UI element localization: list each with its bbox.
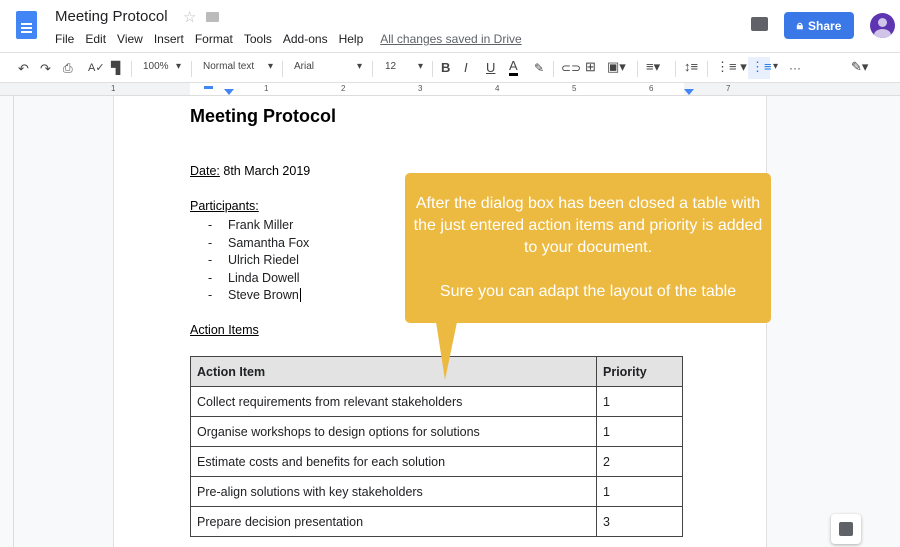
more-button[interactable]: ···	[789, 61, 801, 75]
cell-priority: 2	[596, 446, 683, 477]
callout-pointer	[436, 322, 457, 380]
menu-view[interactable]: View	[117, 32, 143, 46]
text-cursor	[299, 288, 301, 303]
vertical-ruler[interactable]	[0, 96, 14, 547]
ruler-label: 5	[572, 84, 577, 93]
font-select[interactable]: Arial	[294, 61, 314, 72]
tutorial-callout: After the dialog box has been closed a t…	[405, 173, 771, 323]
participants-label: Participants:	[190, 199, 259, 213]
text-color-button[interactable]: A	[509, 58, 518, 76]
avatar[interactable]	[870, 13, 895, 38]
cell-action: Pre-align solutions with key stakeholder…	[190, 476, 597, 507]
cell-action: Organise workshops to design options for…	[190, 416, 597, 447]
cell-priority: 1	[596, 476, 683, 507]
action-items-table[interactable]: Action Item Priority Collect requirements…	[190, 356, 683, 537]
chevron-down-icon: ▾	[176, 61, 182, 72]
ruler-label: 3	[418, 84, 423, 93]
comment-icon[interactable]	[751, 17, 768, 31]
italic-button[interactable]: I	[464, 60, 468, 75]
share-button[interactable]: 🔒︎ Share	[784, 12, 854, 39]
menu-addons[interactable]: Add-ons	[283, 32, 328, 46]
explore-icon	[839, 522, 853, 536]
menu-help[interactable]: Help	[339, 32, 364, 46]
horizontal-ruler[interactable]: 1 1 2 3 4 5 6 7	[0, 83, 900, 96]
star-icon[interactable]: ☆	[183, 8, 196, 26]
menu-file[interactable]: File	[55, 32, 74, 46]
top-bar: Meeting Protocol ☆ File Edit View Insert…	[0, 0, 900, 52]
action-items-label: Action Items	[190, 323, 259, 337]
chevron-down-icon: ▾	[418, 61, 424, 72]
menu-bar: File Edit View Insert Format Tools Add-o…	[55, 32, 533, 46]
numbered-list-icon[interactable]: ⋮≡ ▾	[716, 59, 747, 75]
table-row: Pre-align solutions with key stakeholder…	[190, 476, 683, 507]
ruler-label: 2	[341, 84, 346, 93]
list-item: - Samantha Fox	[208, 235, 310, 250]
underline-button[interactable]: U	[486, 60, 495, 75]
chevron-down-icon: ▾	[268, 61, 274, 72]
cell-action: Prepare decision presentation	[190, 506, 597, 537]
table-row: Organise workshops to design options for…	[190, 416, 683, 447]
align-icon[interactable]: ≡▾	[646, 59, 660, 75]
ruler-label: 1	[111, 84, 116, 93]
table-row: Estimate costs and benefits for each sol…	[190, 446, 683, 477]
zoom-select[interactable]: 100%	[143, 61, 169, 72]
share-label: Share	[808, 18, 842, 33]
font-size-select[interactable]: 12	[385, 61, 396, 72]
explore-button[interactable]	[831, 514, 861, 544]
cell-priority: 1	[596, 416, 683, 447]
cell-action: Collect requirements from relevant stake…	[190, 386, 597, 417]
list-item: - Frank Miller	[208, 218, 294, 232]
date-label: Date:	[190, 164, 220, 178]
cell-action: Estimate costs and benefits for each sol…	[190, 446, 597, 477]
chevron-down-icon: ▾	[357, 61, 363, 72]
image-icon[interactable]: ▣▾	[607, 59, 626, 75]
menu-format[interactable]: Format	[195, 32, 233, 46]
toolbar: ↶ ↷ ⎙ A✓ ▜ 100% ▾ Normal text ▾ Arial ▾ 12 ▾…	[0, 52, 900, 83]
right-indent-handle[interactable]	[684, 89, 694, 95]
folder-icon[interactable]	[206, 12, 219, 22]
left-indent-handle[interactable]	[224, 89, 234, 95]
date-line: Date: 8th March 2019	[190, 164, 310, 178]
print-icon[interactable]: ⎙	[63, 61, 73, 76]
ruler-label: 4	[495, 84, 500, 93]
header-priority: Priority	[596, 356, 683, 387]
menu-insert[interactable]: Insert	[154, 32, 184, 46]
menu-tools[interactable]: Tools	[244, 32, 272, 46]
bold-button[interactable]: B	[441, 60, 450, 75]
date-value: 8th March 2019	[219, 164, 311, 178]
style-select[interactable]: Normal text	[203, 61, 254, 72]
editing-mode-icon[interactable]: ✎▾	[851, 59, 868, 75]
cell-priority: 1	[596, 386, 683, 417]
highlight-icon[interactable]: ✎	[534, 61, 544, 75]
callout-text-secondary: Sure you can adapt the layout of the tab…	[439, 283, 737, 300]
callout-text: After the dialog box has been closed a t…	[413, 195, 763, 256]
line-spacing-icon[interactable]: ↕≡	[684, 59, 698, 74]
header-action-item: Action Item	[190, 356, 597, 387]
paint-format-icon[interactable]: ▜	[111, 61, 120, 75]
redo-icon[interactable]: ↷	[40, 61, 51, 77]
spellcheck-icon[interactable]: A✓	[88, 61, 105, 74]
menu-edit[interactable]: Edit	[85, 32, 106, 46]
document-title[interactable]: Meeting Protocol	[55, 8, 168, 25]
ruler-label: 6	[649, 84, 654, 93]
list-item: - Ulrich Riedel	[208, 253, 299, 268]
bulleted-list-icon[interactable]: ⋮≡	[748, 57, 772, 79]
lock-icon: 🔒︎	[796, 18, 804, 32]
docs-logo-icon[interactable]	[16, 11, 37, 39]
chevron-down-icon: ▾	[773, 61, 779, 72]
participants-list: - Frank Miller - Samantha Fox - Ulrich Ried…	[208, 217, 309, 305]
table-row: Collect requirements from relevant stake…	[190, 386, 683, 417]
cell-priority: 3	[596, 506, 683, 537]
table-row: Prepare decision presentation 3	[190, 506, 683, 537]
add-comment-icon[interactable]: ⊞	[585, 59, 596, 75]
ruler-label: 7	[726, 84, 731, 93]
list-item: - Steve Brown	[208, 288, 301, 303]
save-status-link[interactable]: All changes saved in Drive	[380, 32, 521, 46]
link-icon[interactable]: ⊂⊃	[561, 61, 581, 75]
first-line-indent-handle[interactable]	[204, 86, 213, 89]
list-item: - Linda Dowell	[208, 270, 300, 285]
undo-icon[interactable]: ↶	[18, 61, 29, 77]
ruler-label: 1	[264, 84, 269, 93]
document-heading: Meeting Protocol	[190, 106, 337, 126]
